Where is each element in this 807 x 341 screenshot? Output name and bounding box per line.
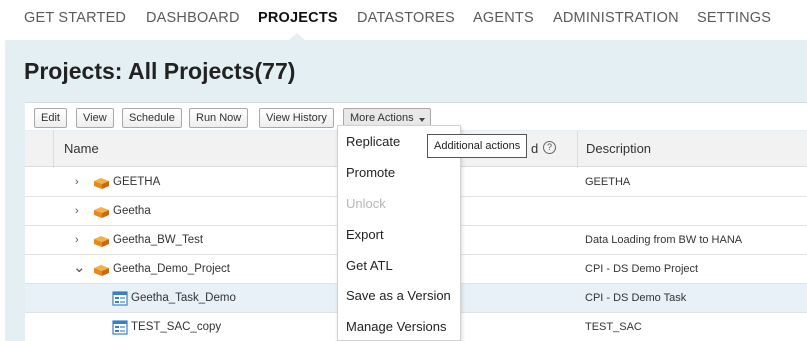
row-description: GEETHA: [585, 176, 631, 188]
top-navigation: GET STARTED DASHBOARD PROJECTS DATASTORE…: [0, 0, 807, 40]
active-tab-indicator: [289, 33, 305, 40]
nav-agents[interactable]: AGENTS: [473, 10, 534, 26]
dropdown-caret-icon: [418, 118, 425, 122]
nav-dashboard[interactable]: DASHBOARD: [146, 10, 240, 26]
menu-item-export[interactable]: Export: [346, 227, 384, 242]
row-name[interactable]: GEETHA: [113, 176, 160, 188]
folder-stack-icon: [94, 207, 109, 218]
run-now-button[interactable]: Run Now: [189, 108, 249, 128]
collapse-chevron-icon[interactable]: ⌄: [73, 258, 86, 276]
menu-item-manage-versions[interactable]: Manage Versions: [346, 319, 446, 334]
expand-chevron-icon[interactable]: ›: [75, 205, 79, 217]
row-description: CPI - DS Demo Project: [585, 263, 699, 275]
row-name[interactable]: TEST_SAC_copy: [131, 321, 221, 333]
column-header-partial: d: [531, 141, 539, 156]
expand-chevron-icon[interactable]: ›: [75, 234, 79, 246]
folder-stack-icon: [94, 265, 109, 276]
row-name[interactable]: Geetha: [113, 205, 151, 217]
row-name[interactable]: Geetha_Task_Demo: [131, 292, 236, 304]
view-button[interactable]: View: [76, 108, 114, 128]
menu-item-replicate[interactable]: Replicate: [346, 134, 400, 149]
nav-administration[interactable]: ADMINISTRATION: [553, 10, 679, 26]
menu-item-save-as-version[interactable]: Save as a Version: [346, 288, 451, 303]
task-icon: [112, 320, 128, 335]
schedule-button[interactable]: Schedule: [122, 108, 182, 128]
view-history-button[interactable]: View History: [259, 108, 334, 128]
row-name[interactable]: Geetha_Demo_Project: [113, 263, 230, 275]
nav-projects[interactable]: PROJECTS: [258, 10, 338, 26]
nav-settings[interactable]: SETTINGS: [697, 10, 771, 26]
column-header-description[interactable]: Description: [586, 141, 651, 156]
tooltip: Additional actions: [427, 134, 528, 158]
column-header-name[interactable]: Name: [64, 141, 99, 156]
row-description: TEST_SAC: [585, 321, 642, 333]
expand-chevron-icon[interactable]: ›: [75, 176, 79, 188]
menu-item-get-atl[interactable]: Get ATL: [346, 258, 393, 273]
folder-stack-icon: [94, 178, 109, 189]
row-description: CPI - DS Demo Task: [585, 292, 687, 304]
row-description: Data Loading from BW to HANA: [585, 234, 743, 246]
menu-item-promote[interactable]: Promote: [346, 165, 395, 180]
nav-datastores[interactable]: DATASTORES: [357, 10, 455, 26]
task-icon: [112, 291, 128, 306]
menu-item-unlock: Unlock: [346, 196, 386, 211]
nav-get-started[interactable]: GET STARTED: [24, 10, 126, 26]
folder-stack-icon: [94, 236, 109, 247]
more-actions-label: More Actions: [350, 112, 414, 124]
help-icon[interactable]: ?: [543, 141, 556, 154]
edit-button[interactable]: Edit: [34, 108, 67, 128]
page-title: Projects: All Projects(77): [24, 58, 296, 84]
row-name[interactable]: Geetha_BW_Test: [113, 234, 203, 246]
